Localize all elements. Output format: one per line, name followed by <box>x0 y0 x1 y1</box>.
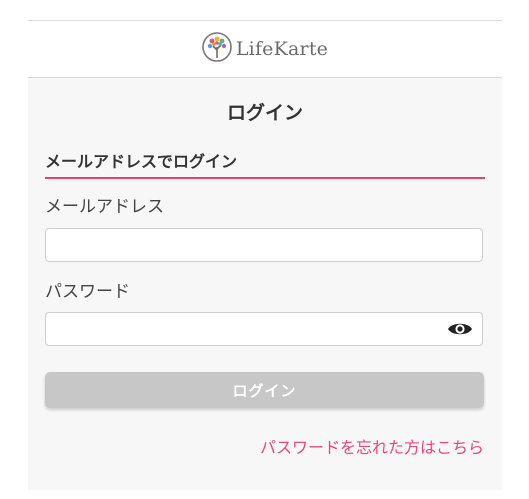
section-heading: メールアドレスでログイン <box>45 148 485 179</box>
email-label: メールアドレス <box>45 197 164 217</box>
email-input[interactable] <box>45 228 483 262</box>
top-strip <box>28 0 502 21</box>
login-screen: LifeKarte ログイン メールアドレスでログイン メールアドレス パスワー… <box>0 0 529 499</box>
eye-icon[interactable] <box>446 318 474 340</box>
page-title: ログイン <box>226 102 303 124</box>
logo-text: LifeKarte <box>235 38 329 60</box>
forgot-password-link[interactable]: パスワードを忘れた方はこちら <box>260 434 484 458</box>
logo: LifeKarte <box>202 32 328 66</box>
header-logo-bar: LifeKarte <box>28 21 502 78</box>
login-button[interactable]: ログイン <box>45 372 484 408</box>
login-panel: ログイン メールアドレスでログイン メールアドレス パスワード ログイン パスワ… <box>28 78 502 490</box>
password-label: パスワード <box>45 282 130 302</box>
tree-logo-icon <box>202 32 232 66</box>
password-input[interactable] <box>45 312 483 346</box>
